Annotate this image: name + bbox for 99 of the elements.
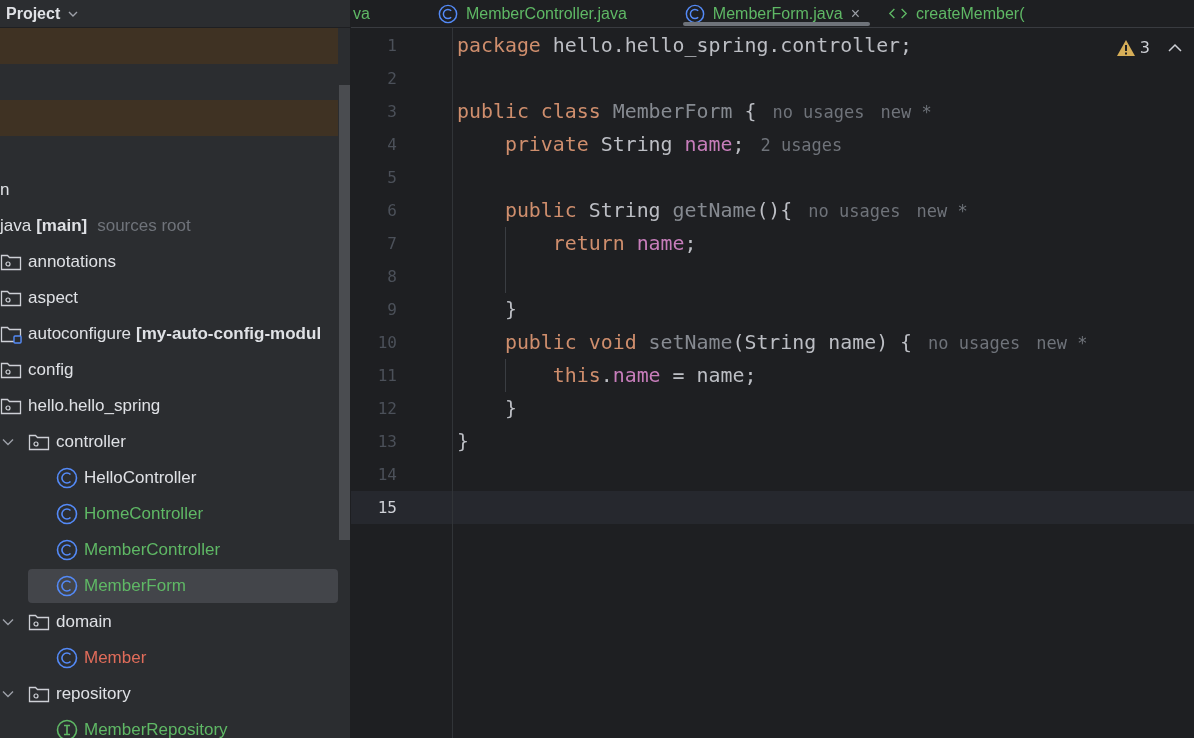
code-text: (){ bbox=[756, 199, 793, 222]
tree-item[interactable]: java [main] sources root bbox=[0, 209, 199, 243]
tree-item[interactable]: domain bbox=[0, 605, 120, 639]
chevron-up-icon[interactable] bbox=[1168, 43, 1182, 52]
tree-item[interactable]: annotations bbox=[0, 245, 124, 279]
tree-item-label: n bbox=[0, 180, 10, 200]
code-text: getName bbox=[672, 199, 757, 222]
selected-tree-item[interactable]: MemberForm bbox=[28, 569, 338, 603]
editor-tab[interactable]: va bbox=[351, 0, 388, 27]
code-text: MemberForm bbox=[612, 100, 733, 123]
inlay-hint[interactable]: new * bbox=[1036, 332, 1088, 353]
tree-item-label: config bbox=[28, 360, 74, 380]
chevron-down-icon[interactable] bbox=[2, 438, 14, 446]
package-folder-icon bbox=[0, 288, 22, 308]
inlay-hint[interactable]: 2 usages bbox=[760, 134, 843, 155]
chevron-down-icon[interactable] bbox=[2, 618, 14, 626]
warning-icon[interactable] bbox=[1115, 38, 1136, 57]
tree-item[interactable]: MemberController bbox=[28, 533, 229, 567]
tree-item[interactable]: hello.hello_spring bbox=[0, 389, 169, 423]
tree-item[interactable]: MemberRepository bbox=[28, 713, 236, 738]
package-folder-icon bbox=[28, 432, 50, 452]
tree-item-label: autoconfigure bbox=[28, 324, 132, 344]
code-text: hello.hello_spring.controller; bbox=[552, 34, 913, 57]
warning-count[interactable]: 3 bbox=[1139, 38, 1150, 57]
code-text: ; bbox=[684, 232, 697, 255]
code-text: String bbox=[600, 133, 674, 156]
inlay-hint[interactable]: no usages bbox=[808, 200, 901, 221]
code-text: } bbox=[503, 397, 517, 420]
class-icon bbox=[56, 539, 78, 561]
tree-item[interactable]: aspect bbox=[0, 281, 87, 315]
class-icon bbox=[437, 3, 458, 24]
code-text: public bbox=[503, 199, 578, 222]
tree-item[interactable]: autoconfigure [my-auto-config-modul bbox=[0, 317, 330, 351]
scrollbar-thumb[interactable] bbox=[339, 85, 350, 540]
tree-item-label: annotations bbox=[28, 252, 116, 272]
module-tag: [my-auto-config-modul bbox=[136, 324, 322, 344]
code-text: } bbox=[457, 430, 469, 453]
class-icon bbox=[56, 503, 78, 525]
line-number: 15 bbox=[376, 498, 397, 517]
editor-tab[interactable]: MemberForm.java × bbox=[674, 0, 878, 27]
tree-item[interactable]: Member bbox=[28, 641, 155, 675]
code-text: public class bbox=[457, 100, 602, 123]
tree-item[interactable]: n bbox=[0, 173, 18, 207]
close-tab-button[interactable]: × bbox=[850, 4, 860, 23]
package-folder-icon bbox=[0, 360, 22, 380]
code-text: name bbox=[684, 133, 733, 156]
interface-icon bbox=[56, 719, 78, 738]
package-folder-icon bbox=[28, 612, 50, 632]
tree-item-label: Member bbox=[84, 648, 147, 668]
code-brackets-icon bbox=[888, 7, 908, 20]
tree-item-label: java bbox=[0, 216, 32, 236]
package-folder-icon bbox=[28, 684, 50, 704]
tree-item-label: MemberRepository bbox=[84, 720, 228, 738]
chevron-down-icon[interactable] bbox=[68, 10, 79, 17]
inlay-hint[interactable]: new * bbox=[880, 101, 932, 122]
code-text: name bbox=[636, 232, 685, 255]
tree-item-label: controller bbox=[56, 432, 126, 452]
tree-item-label: HomeController bbox=[84, 504, 204, 524]
code-text: = name; bbox=[671, 364, 757, 387]
class-icon bbox=[56, 575, 78, 597]
tree-item-label: hello.hello_spring bbox=[28, 396, 161, 416]
tree-item-label: MemberForm bbox=[84, 576, 186, 596]
tree-item[interactable]: repository bbox=[0, 677, 139, 711]
code-text: ; bbox=[732, 133, 745, 156]
code-text: return bbox=[551, 232, 626, 255]
code-text: } bbox=[503, 298, 517, 321]
module-tag: [main] bbox=[36, 216, 88, 236]
class-icon bbox=[684, 3, 705, 24]
code-text: name bbox=[612, 364, 661, 387]
tree-item-label: HelloController bbox=[84, 468, 197, 488]
code-text: { bbox=[743, 100, 757, 123]
code-text: private bbox=[503, 133, 590, 156]
code-text: String bbox=[588, 199, 662, 222]
package-folder-icon bbox=[0, 252, 22, 272]
code-text: setName bbox=[648, 331, 733, 354]
code-text: (String name) { bbox=[732, 331, 913, 354]
code-text: package bbox=[457, 34, 542, 57]
tree-item[interactable]: HelloController bbox=[28, 461, 205, 495]
tree-item-label: aspect bbox=[28, 288, 79, 308]
code-text: this bbox=[551, 364, 601, 387]
tree-item[interactable]: config bbox=[0, 353, 82, 387]
tree-item[interactable]: controller bbox=[0, 425, 134, 459]
tree-item-label: domain bbox=[56, 612, 112, 632]
code-text: public void bbox=[503, 331, 638, 354]
tree-item[interactable]: HomeController bbox=[28, 497, 212, 531]
chevron-down-icon[interactable] bbox=[2, 690, 14, 698]
editor-tab[interactable]: createMember( bbox=[878, 0, 1043, 27]
code-text: . bbox=[600, 364, 613, 387]
package-folder-icon bbox=[0, 396, 22, 416]
editor-tab[interactable]: MemberController.java bbox=[427, 0, 645, 27]
root-note: sources root bbox=[97, 216, 191, 236]
inlay-hint[interactable]: new * bbox=[916, 200, 968, 221]
inlay-hint[interactable]: no usages bbox=[772, 101, 865, 122]
class-icon bbox=[56, 647, 78, 669]
class-icon bbox=[56, 467, 78, 489]
inlay-hint[interactable]: no usages bbox=[928, 332, 1021, 353]
tree-item-label: repository bbox=[56, 684, 131, 704]
panel-title[interactable]: Project bbox=[6, 4, 61, 23]
tree-item-label: MemberController bbox=[84, 540, 221, 560]
